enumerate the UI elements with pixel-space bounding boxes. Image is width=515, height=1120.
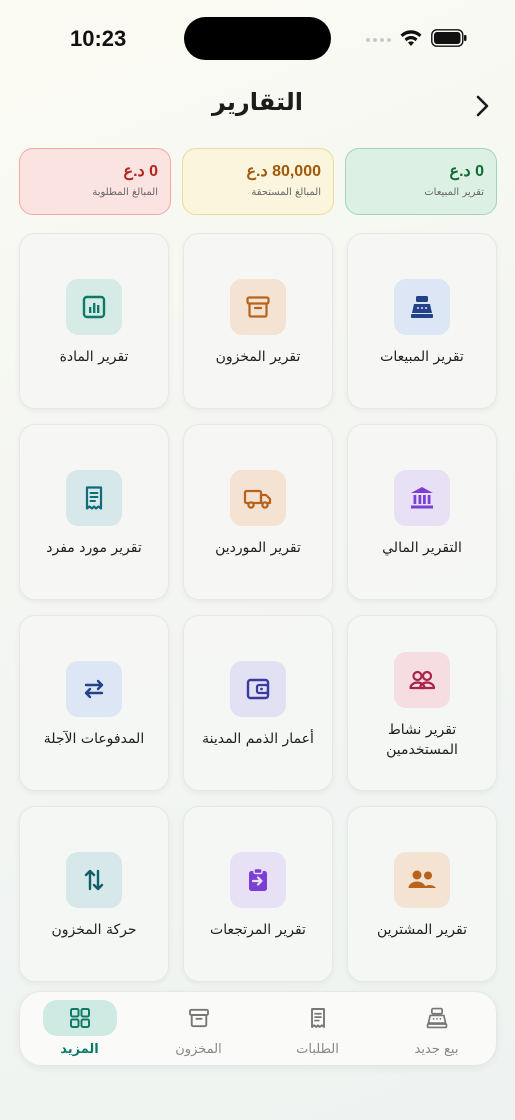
summary-cards: 0 د.ع المبالغ المطلوبة 80,000 د.ع المبال… xyxy=(19,148,497,215)
summary-card-due[interactable]: 80,000 د.ع المبالغ المستحقة xyxy=(182,148,334,215)
summary-value: 0 د.ع xyxy=(123,163,158,180)
reports-grid: تقرير المادة تقرير المخزون تقرير المبيعا… xyxy=(19,233,497,982)
swap-arrows-icon xyxy=(84,679,104,699)
tile-deferred-payments[interactable]: المدفوعات الآجلة xyxy=(19,615,169,791)
tile-item-report[interactable]: تقرير المادة xyxy=(19,233,169,409)
tile-label: تقرير المرتجعات xyxy=(210,922,306,938)
page-title: التقارير xyxy=(211,88,304,116)
summary-card-requested[interactable]: 0 د.ع المبالغ المطلوبة xyxy=(19,148,171,215)
nav-item-new-sale[interactable]: بيع جديد xyxy=(377,992,496,1065)
tile-label: تقرير مورد مفرد xyxy=(46,540,142,556)
app-header: التقارير xyxy=(0,78,515,138)
summary-value: 0 د.ع xyxy=(449,163,484,180)
wifi-icon xyxy=(400,30,422,46)
tile-label: تقرير المخزون xyxy=(215,349,301,365)
tile-label: التقرير المالي xyxy=(382,540,462,556)
dynamic-island xyxy=(184,17,331,60)
status-time: 10:23 xyxy=(70,26,127,51)
status-bar: 10:23 xyxy=(0,0,515,78)
tile-label: تقرير المادة xyxy=(59,349,129,365)
tile-label: تقرير المبيعات xyxy=(380,349,464,365)
tile-label: تقرير نشاط المستخدمين xyxy=(386,722,458,758)
tile-label: تقرير المشترين xyxy=(376,922,467,938)
summary-label: تقرير المبيعات xyxy=(424,187,484,198)
back-button[interactable] xyxy=(466,90,498,122)
battery-icon xyxy=(431,29,467,47)
wallet-icon xyxy=(246,678,270,700)
cash-register-icon xyxy=(426,1007,447,1029)
up-down-arrows-icon xyxy=(84,869,104,891)
tile-receivables-aging[interactable]: أعمار الذمم المدينة xyxy=(183,615,333,791)
nav-label: الطلبات xyxy=(296,1042,339,1057)
summary-value: 80,000 د.ع xyxy=(246,163,322,180)
tile-user-activity-report[interactable]: تقرير نشاط المستخدمين xyxy=(347,615,497,791)
nav-item-more[interactable]: المزيد xyxy=(20,992,139,1065)
users-group-icon xyxy=(409,670,436,690)
tile-sales-report[interactable]: تقرير المبيعات xyxy=(347,233,497,409)
archive-box-icon xyxy=(188,1008,209,1028)
bank-icon xyxy=(411,487,433,509)
nav-label: المخزون xyxy=(175,1042,222,1057)
tile-label: المدفوعات الآجلة xyxy=(43,731,145,747)
nav-item-orders[interactable]: الطلبات xyxy=(258,992,377,1065)
nav-label: المزيد xyxy=(60,1042,99,1057)
nav-label: بيع جديد xyxy=(414,1042,459,1057)
bottom-nav: المزيد المخزون الطلبات بيع جديد xyxy=(19,991,497,1066)
summary-card-sales[interactable]: 0 د.ع تقرير المبيعات xyxy=(345,148,497,215)
clipboard-return-icon xyxy=(249,867,267,891)
tile-label: أعمار الذمم المدينة xyxy=(202,731,314,747)
tile-single-supplier-report[interactable]: تقرير مورد مفرد xyxy=(19,424,169,600)
tile-suppliers-report[interactable]: تقرير الموردين xyxy=(183,424,333,600)
tile-inventory-report[interactable]: تقرير المخزون xyxy=(183,233,333,409)
chevron-right-icon xyxy=(476,95,489,117)
truck-icon xyxy=(243,489,272,509)
tile-financial-report[interactable]: التقرير المالي xyxy=(347,424,497,600)
cash-register-icon xyxy=(411,296,433,318)
tile-label: تقرير الموردين xyxy=(215,540,301,556)
summary-label: المبالغ المستحقة xyxy=(251,187,321,198)
summary-label: المبالغ المطلوبة xyxy=(92,187,158,198)
tile-buyers-report[interactable]: تقرير المشترين xyxy=(347,806,497,982)
grid-icon xyxy=(69,1008,90,1028)
signal-icon xyxy=(366,38,392,44)
chart-report-icon xyxy=(82,295,106,319)
nav-item-inventory[interactable]: المخزون xyxy=(139,992,258,1065)
tile-inventory-movement[interactable]: حركة المخزون xyxy=(19,806,169,982)
tile-label: حركة المخزون xyxy=(51,922,137,938)
tile-returns-report[interactable]: تقرير المرتجعات xyxy=(183,806,333,982)
archive-box-icon xyxy=(246,296,270,318)
receipt-icon xyxy=(310,1008,325,1028)
customers-icon xyxy=(408,870,436,888)
receipt-icon xyxy=(85,486,103,510)
